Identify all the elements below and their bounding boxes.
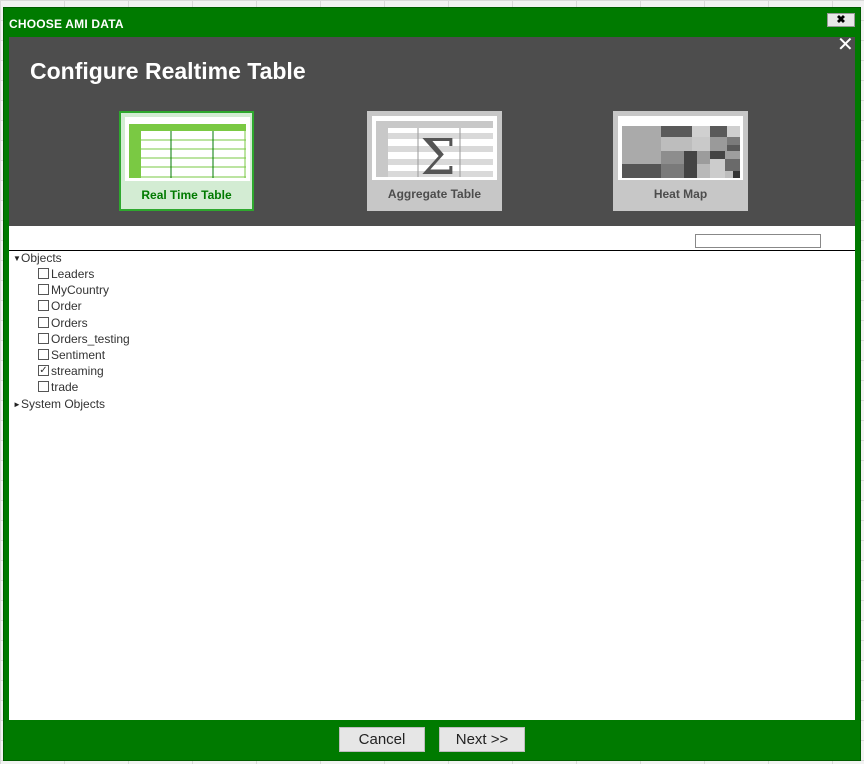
tree-item-label: MyCountry — [51, 283, 110, 297]
item-checkbox[interactable] — [38, 333, 49, 344]
option-real-time-table[interactable]: Real Time Table — [119, 111, 254, 211]
tree-node-label: System Objects — [21, 397, 106, 411]
heat-map-thumbnail — [618, 116, 743, 180]
item-checkbox[interactable] — [38, 381, 49, 392]
item-checkbox-checked[interactable]: ✓ — [38, 365, 49, 376]
item-checkbox[interactable] — [38, 317, 49, 328]
collapsed-arrow-icon[interactable]: ► — [13, 397, 21, 412]
dialog-close-button[interactable]: ✖ — [827, 13, 855, 27]
aggregate-table-icon: Σ — [376, 121, 493, 186]
item-checkbox[interactable] — [38, 349, 49, 360]
cancel-button[interactable]: Cancel — [339, 727, 425, 752]
tree-item[interactable]: MyCountry — [38, 283, 109, 298]
aggregate-table-thumbnail: Σ — [372, 116, 497, 186]
tree-item-label: streaming — [51, 364, 104, 378]
dialog-content: ✕ Configure Realtime Table Real Time Tab… — [9, 35, 855, 720]
divider — [9, 250, 855, 251]
tree-item[interactable]: Orders — [38, 316, 88, 331]
choose-ami-data-dialog: CHOOSE AMI DATA ✖ ✕ Configure Realtime T… — [3, 7, 861, 761]
svg-text:Σ: Σ — [420, 128, 455, 180]
option-label: Real Time Table — [141, 188, 232, 202]
tree-item[interactable]: Sentiment — [38, 348, 105, 363]
tree-item[interactable]: trade — [38, 380, 78, 395]
option-heat-map[interactable]: Heat Map — [613, 111, 748, 211]
wizard-close-icon[interactable]: ✕ — [837, 35, 854, 55]
real-time-table-thumbnail — [125, 117, 250, 181]
tree-item-label: Orders_testing — [51, 332, 130, 346]
option-label: Aggregate Table — [387, 187, 482, 201]
tree-node-label: Objects — [21, 251, 62, 265]
item-checkbox[interactable] — [38, 268, 49, 279]
expanded-arrow-icon[interactable]: ▼ — [13, 251, 21, 266]
tree-item[interactable]: Orders_testing — [38, 332, 130, 347]
item-checkbox[interactable] — [38, 300, 49, 311]
tree-item[interactable]: Leaders — [38, 267, 94, 282]
tree-search-input[interactable] — [695, 234, 821, 248]
tree-item[interactable]: Order — [38, 299, 82, 314]
tree-item-label: Orders — [51, 316, 88, 330]
heat-map-icon — [622, 126, 740, 178]
dialog-title: CHOOSE AMI DATA — [9, 17, 124, 31]
dialog-titlebar[interactable]: CHOOSE AMI DATA ✖ — [4, 8, 860, 38]
option-label: Heat Map — [653, 187, 708, 201]
page-title: Configure Realtime Table — [30, 58, 306, 84]
wizard-header: ✕ Configure Realtime Table Real Time Tab… — [9, 35, 855, 226]
tree-item[interactable]: ✓ streaming — [38, 364, 104, 379]
real-time-table-icon — [129, 124, 246, 178]
tree-item-label: Leaders — [51, 267, 95, 281]
dialog-footer: Cancel Next >> — [4, 720, 860, 760]
item-checkbox[interactable] — [38, 284, 49, 295]
next-button[interactable]: Next >> — [439, 727, 525, 752]
tree-item-label: Sentiment — [51, 348, 106, 362]
option-aggregate-table[interactable]: Σ Aggregate Table — [367, 111, 502, 211]
tree-node-objects[interactable]: ▼Objects — [13, 251, 62, 266]
tree-item-label: trade — [51, 380, 79, 394]
tree-item-label: Order — [51, 299, 82, 313]
tree-node-system-objects[interactable]: ►System Objects — [13, 397, 105, 412]
